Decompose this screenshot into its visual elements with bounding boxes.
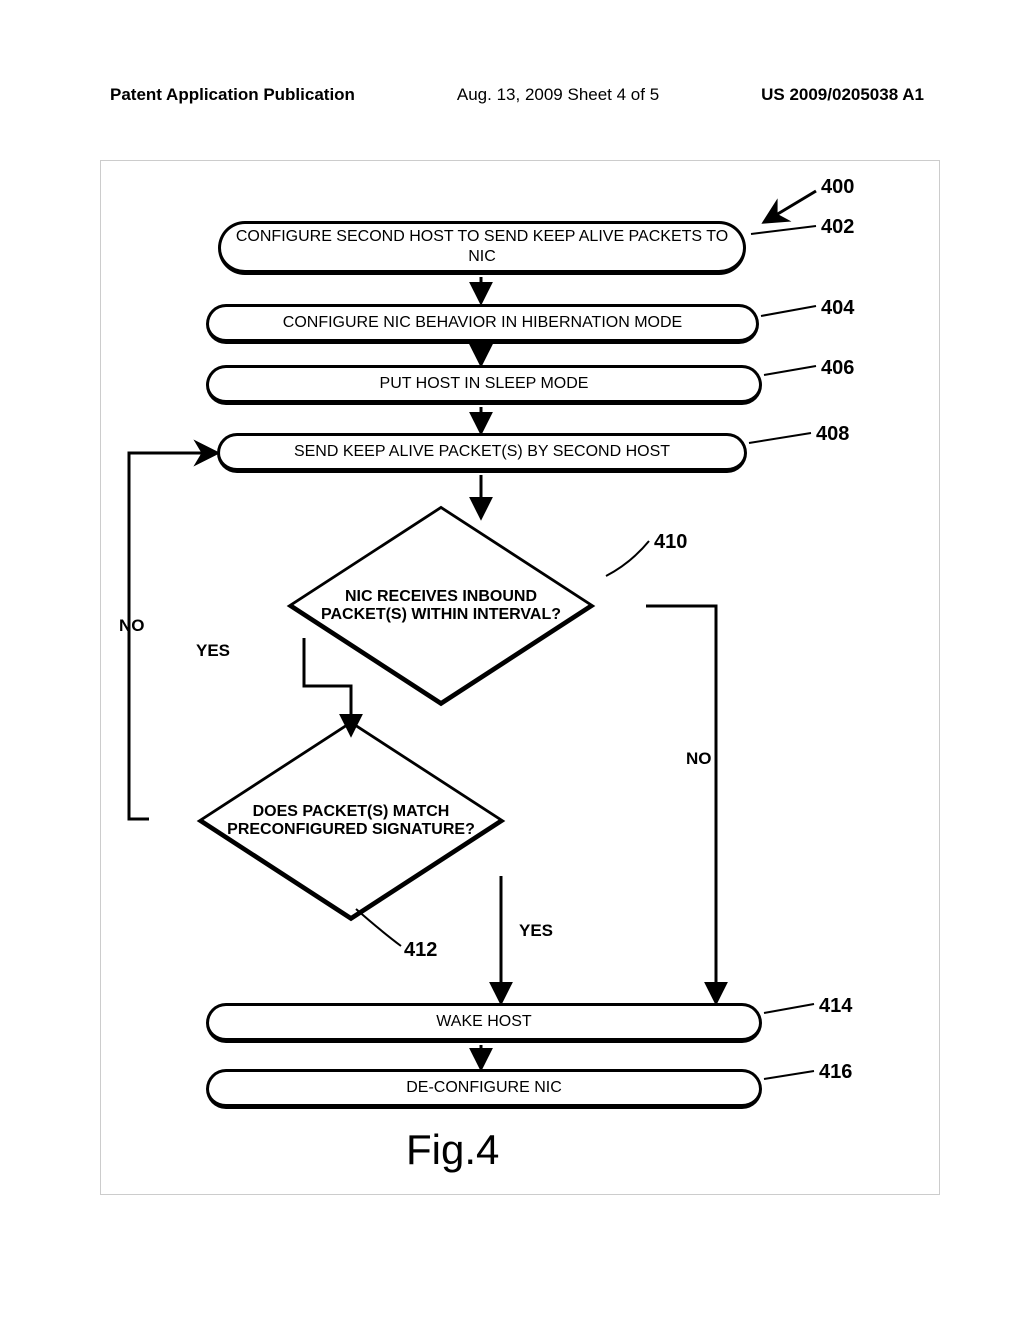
process-408: SEND KEEP ALIVE PACKET(S) BY SECOND HOST: [217, 433, 747, 473]
page-header: Patent Application Publication Aug. 13, …: [0, 85, 1024, 105]
ref-400: 400: [821, 176, 854, 199]
ref-402: 402: [821, 216, 854, 239]
process-408-text: SEND KEEP ALIVE PACKET(S) BY SECOND HOST: [294, 442, 670, 462]
header-right: US 2009/0205038 A1: [761, 85, 924, 105]
decision-410-text: NIC RECEIVES INBOUND PACKET(S) WITHIN IN…: [311, 588, 571, 624]
ref-408: 408: [816, 423, 849, 446]
ref-412: 412: [404, 939, 437, 962]
ref-404: 404: [821, 297, 854, 320]
process-414: WAKE HOST: [206, 1003, 762, 1043]
process-414-text: WAKE HOST: [436, 1012, 531, 1032]
edge-410-yes: YES: [196, 641, 230, 661]
header-center: Aug. 13, 2009 Sheet 4 of 5: [457, 85, 659, 105]
process-406: PUT HOST IN SLEEP MODE: [206, 365, 762, 405]
diagram-canvas: 400 402 404 406 408 410 412 414 416 CONF…: [100, 160, 940, 1195]
process-406-text: PUT HOST IN SLEEP MODE: [380, 374, 589, 394]
header-left: Patent Application Publication: [110, 85, 355, 105]
process-404: CONFIGURE NIC BEHAVIOR IN HIBERNATION MO…: [206, 304, 759, 344]
process-402-text: CONFIGURE SECOND HOST TO SEND KEEP ALIVE…: [231, 227, 733, 267]
decision-412-text: DOES PACKET(S) MATCH PRECONFIGURED SIGNA…: [226, 803, 476, 839]
process-416: DE-CONFIGURE NIC: [206, 1069, 762, 1109]
decision-410: NIC RECEIVES INBOUND PACKET(S) WITHIN IN…: [236, 506, 646, 706]
process-402: CONFIGURE SECOND HOST TO SEND KEEP ALIVE…: [218, 221, 746, 275]
process-416-text: DE-CONFIGURE NIC: [406, 1078, 562, 1098]
ref-414: 414: [819, 995, 852, 1018]
edge-410-no: NO: [686, 749, 712, 769]
edge-412-yes: YES: [519, 921, 553, 941]
figure-label: Fig.4: [406, 1126, 499, 1174]
ref-410: 410: [654, 531, 687, 554]
ref-406: 406: [821, 357, 854, 380]
process-404-text: CONFIGURE NIC BEHAVIOR IN HIBERNATION MO…: [283, 313, 682, 333]
edge-412-no: NO: [119, 616, 145, 636]
decision-412: DOES PACKET(S) MATCH PRECONFIGURED SIGNA…: [146, 721, 556, 921]
ref-416: 416: [819, 1061, 852, 1084]
